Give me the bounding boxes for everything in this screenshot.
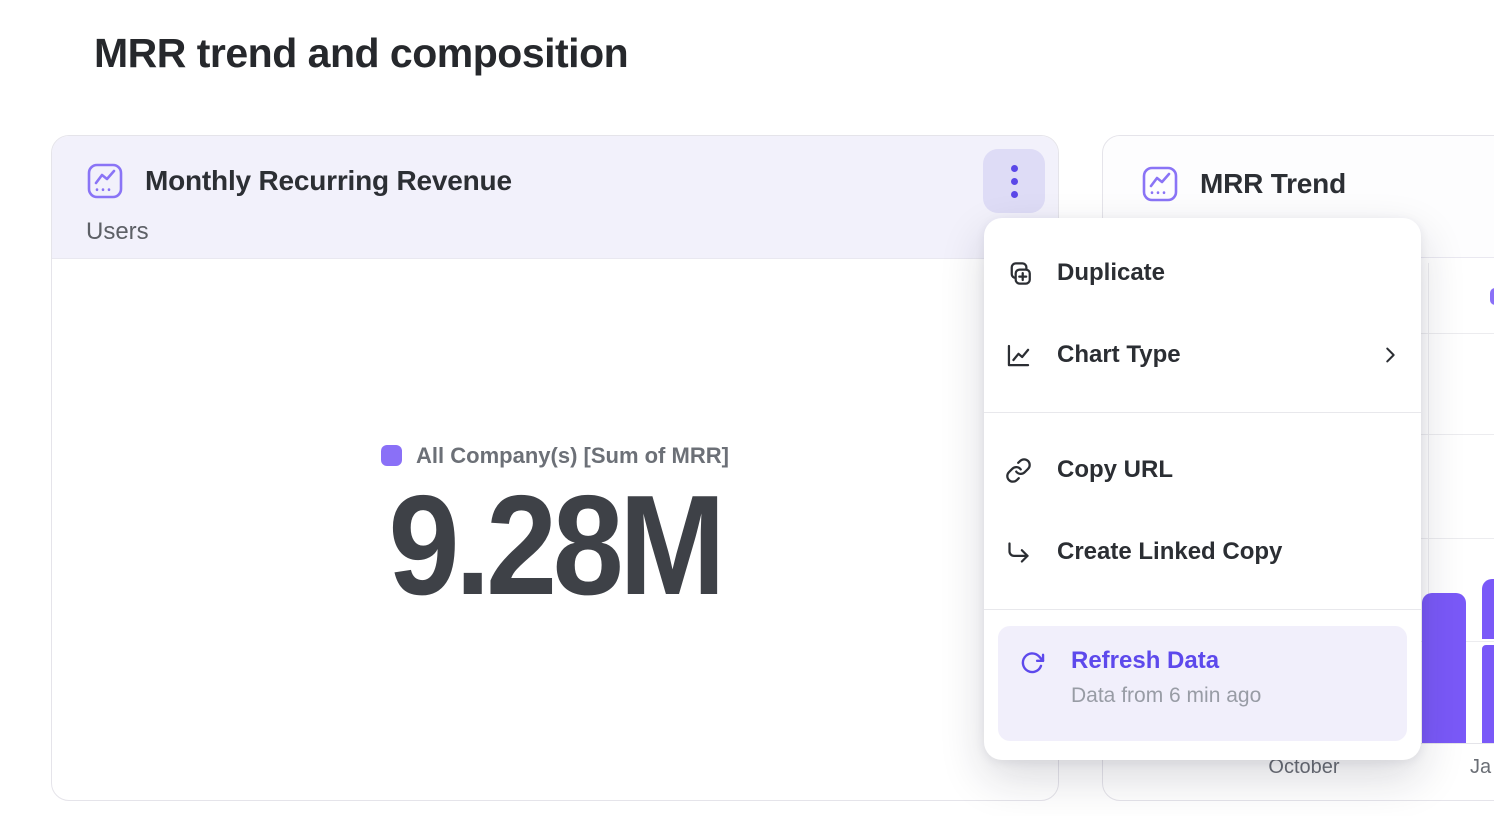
menu-item-label: Copy URL	[1057, 456, 1173, 484]
legend-swatch	[381, 445, 402, 466]
menu-item-label: Create Linked Copy	[1057, 538, 1282, 566]
card-header: Monthly Recurring Revenue Users	[52, 136, 1058, 259]
menu-item-chart-type[interactable]: Chart Type	[984, 314, 1421, 396]
menu-item-copy-url[interactable]: Copy URL	[984, 429, 1421, 511]
bar	[1482, 645, 1494, 743]
card-subtitle: Users	[86, 218, 149, 246]
kebab-menu-icon	[1011, 165, 1018, 172]
bar	[1422, 593, 1466, 743]
menu-item-label: Refresh Data	[1071, 647, 1261, 675]
card-body: All Company(s) [Sum of MRR] 9.28M	[52, 259, 1058, 800]
menu-item-label: Duplicate	[1057, 259, 1165, 287]
page-title: MRR trend and composition	[94, 30, 628, 77]
link-icon	[1003, 455, 1033, 485]
corner-down-right-arrow-icon	[1003, 537, 1033, 567]
menu-divider	[984, 412, 1421, 413]
menu-item-duplicate[interactable]: Duplicate	[984, 232, 1421, 314]
kebab-menu-button[interactable]	[983, 149, 1045, 213]
x-tick-label: Ja	[1470, 756, 1491, 779]
line-chart-icon	[1003, 340, 1033, 370]
card-context-menu: Duplicate Chart Type Copy URL	[984, 218, 1421, 760]
mrr-big-number-card: Monthly Recurring Revenue Users All Comp…	[51, 135, 1059, 801]
menu-item-create-linked-copy[interactable]: Create Linked Copy	[984, 511, 1421, 593]
duplicate-plus-icon	[1003, 258, 1033, 288]
menu-divider	[984, 609, 1421, 610]
menu-item-refresh-data[interactable]: Refresh Data Data from 6 min ago	[998, 626, 1407, 741]
menu-item-label: Chart Type	[1057, 341, 1181, 369]
big-number-value: 9.28M	[389, 475, 722, 617]
chevron-right-icon	[1379, 344, 1401, 366]
card-title: Monthly Recurring Revenue	[145, 165, 512, 197]
refresh-icon	[1017, 648, 1047, 678]
bar	[1482, 579, 1494, 639]
combo-chart-icon	[86, 162, 124, 200]
menu-item-sublabel: Data from 6 min ago	[1071, 684, 1261, 708]
